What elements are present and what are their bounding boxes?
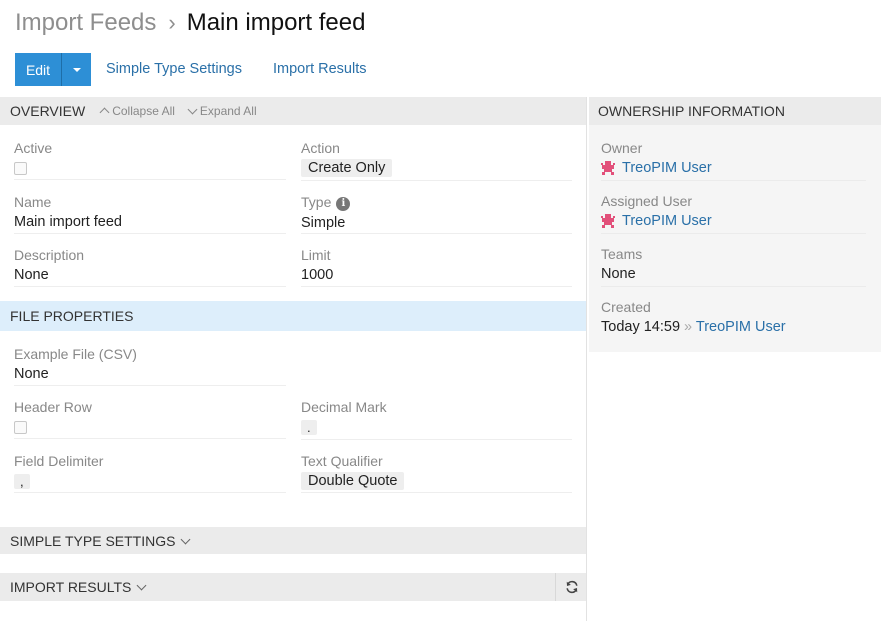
divider xyxy=(601,233,866,234)
field-delimiter-value: , xyxy=(14,474,30,489)
example-file-label: Example File (CSV) xyxy=(14,346,137,362)
description-label: Description xyxy=(14,247,85,263)
user-avatar-icon xyxy=(601,214,615,228)
teams-field: Teams None xyxy=(601,246,642,282)
created-field: Created Today 14:59 » TreoPIM User xyxy=(601,299,786,335)
import-results-link[interactable]: Import Results xyxy=(273,61,366,77)
chevron-down-icon xyxy=(136,580,147,591)
refresh-icon xyxy=(565,580,578,594)
divider xyxy=(14,492,286,493)
chevron-down-icon xyxy=(187,104,198,115)
divider xyxy=(601,180,866,181)
assigned-user-name: TreoPIM User xyxy=(622,213,712,229)
refresh-button[interactable] xyxy=(555,573,587,601)
divider xyxy=(301,439,572,440)
divider xyxy=(14,286,286,287)
divider xyxy=(14,385,286,386)
header-row-checkbox[interactable] xyxy=(14,421,27,434)
edit-button[interactable]: Edit xyxy=(15,53,61,86)
decimal-mark-label: Decimal Mark xyxy=(301,399,387,415)
breadcrumb-import-feeds-link[interactable]: Import Feeds xyxy=(15,9,156,37)
divider xyxy=(301,492,572,493)
caret-down-icon xyxy=(72,67,81,72)
action-label: Action xyxy=(301,140,340,156)
header-row-label: Header Row xyxy=(14,399,92,415)
ownership-title: OWNERSHIP INFORMATION xyxy=(598,103,785,119)
file-properties-title: FILE PROPERTIES xyxy=(10,308,134,324)
owner-link[interactable]: TreoPIM User xyxy=(601,160,712,176)
type-value: Simple xyxy=(301,214,346,231)
action-value: Create Only xyxy=(301,159,393,177)
overview-title: OVERVIEW xyxy=(10,103,86,119)
assigned-user-label: Assigned User xyxy=(601,193,693,209)
created-by-user-link[interactable]: TreoPIM User xyxy=(696,319,786,335)
simple-type-settings-link[interactable]: Simple Type Settings xyxy=(106,61,242,77)
field-delimiter-label: Field Delimiter xyxy=(14,453,104,469)
active-field: Active xyxy=(14,140,52,175)
owner-name: TreoPIM User xyxy=(622,160,712,176)
type-label: Type xyxy=(301,194,332,210)
import-results-title: IMPORT RESULTS xyxy=(10,579,132,595)
divider xyxy=(14,233,286,234)
divider xyxy=(301,233,572,234)
created-time: Today 14:59 xyxy=(601,319,681,335)
teams-label: Teams xyxy=(601,246,643,262)
text-qualifier-label: Text Qualifier xyxy=(301,453,383,469)
file-properties-header: FILE PROPERTIES xyxy=(0,301,586,331)
expand-all-label: Expand All xyxy=(199,104,257,118)
limit-value: 1000 xyxy=(301,267,334,283)
divider xyxy=(301,286,572,287)
description-field: Description None xyxy=(14,247,84,283)
divider xyxy=(14,438,286,439)
column-divider xyxy=(586,97,587,621)
assigned-user-field: Assigned User TreoPIM User xyxy=(601,193,712,232)
ownership-panel-header: OWNERSHIP INFORMATION xyxy=(589,97,881,125)
teams-value: None xyxy=(601,266,636,282)
edit-dropdown-button[interactable] xyxy=(61,53,91,86)
name-field: Name Main import feed xyxy=(14,194,122,230)
type-field: Type i Simple xyxy=(301,194,351,231)
user-avatar-icon xyxy=(601,161,615,175)
text-qualifier-field: Text Qualifier Double Quote xyxy=(301,453,405,490)
owner-label: Owner xyxy=(601,140,643,156)
active-label: Active xyxy=(14,140,53,156)
expand-all-link[interactable]: Expand All xyxy=(187,104,257,118)
active-checkbox[interactable] xyxy=(14,162,27,175)
simple-type-settings-title: SIMPLE TYPE SETTINGS xyxy=(10,532,176,549)
breadcrumb: Import Feeds › Main import feed xyxy=(15,6,365,40)
example-file-value: None xyxy=(14,366,49,382)
limit-field: Limit 1000 xyxy=(301,247,333,283)
name-label: Name xyxy=(14,194,52,210)
limit-label: Limit xyxy=(301,247,331,263)
collapse-all-label: Collapse All xyxy=(112,104,175,118)
chevron-down-icon xyxy=(181,534,191,544)
breadcrumb-separator: › xyxy=(168,10,176,35)
chevron-up-icon xyxy=(99,107,110,118)
created-separator: » xyxy=(684,319,693,335)
edit-button-group: Edit xyxy=(15,53,91,86)
header-row-field: Header Row xyxy=(14,399,92,434)
example-file-field: Example File (CSV) None xyxy=(14,346,137,382)
import-results-panel-header[interactable]: IMPORT RESULTS xyxy=(0,573,586,601)
text-qualifier-value: Double Quote xyxy=(301,472,405,490)
owner-field: Owner TreoPIM User xyxy=(601,140,712,179)
created-label: Created xyxy=(601,299,651,315)
decimal-mark-field: Decimal Mark . xyxy=(301,399,387,436)
collapse-all-link[interactable]: Collapse All xyxy=(99,104,175,118)
simple-type-settings-panel-header[interactable]: SIMPLE TYPE SETTINGS xyxy=(0,527,586,554)
page-title: Main import feed xyxy=(186,9,366,36)
divider xyxy=(14,179,286,180)
action-field: Action Create Only xyxy=(301,140,393,177)
divider xyxy=(601,286,866,287)
decimal-mark-value: . xyxy=(301,420,317,435)
assigned-user-link[interactable]: TreoPIM User xyxy=(601,213,712,229)
divider xyxy=(301,180,572,181)
name-value: Main import feed xyxy=(14,214,122,230)
description-value: None xyxy=(14,267,49,283)
overview-panel-header: OVERVIEW Collapse All Expand All xyxy=(0,97,586,125)
field-delimiter-field: Field Delimiter , xyxy=(14,453,103,490)
info-icon[interactable]: i xyxy=(336,196,351,211)
